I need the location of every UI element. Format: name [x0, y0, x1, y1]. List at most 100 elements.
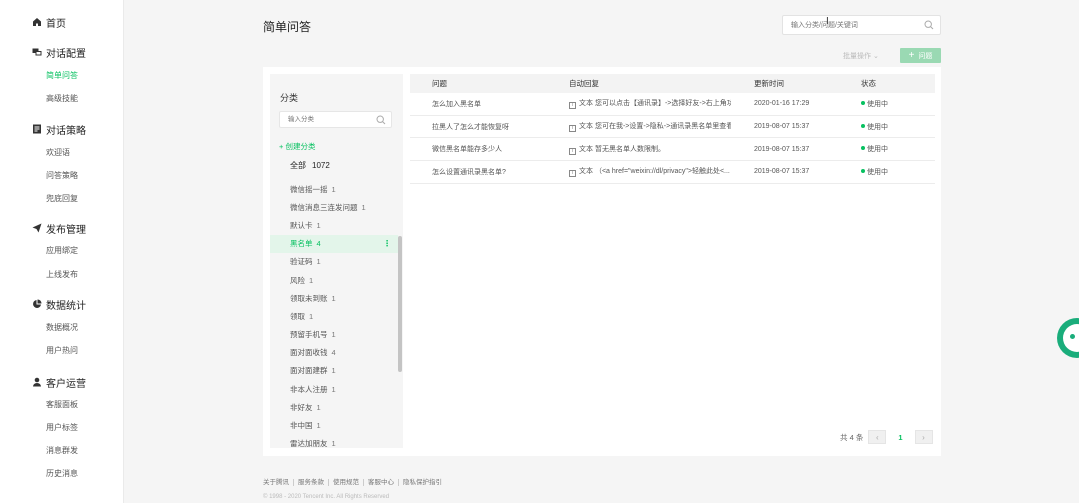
category-count: 4: [331, 348, 336, 358]
category-item[interactable]: 微信摇一摇 1: [270, 180, 398, 198]
pie-chart-icon: [32, 299, 42, 309]
chat-icon: [32, 47, 42, 57]
category-item[interactable]: 领取未到账 1: [270, 289, 398, 307]
sidebar-item[interactable]: 问答策略: [46, 170, 78, 181]
footer-link[interactable]: 使用规范: [329, 479, 364, 486]
assistant-widget[interactable]: [1057, 318, 1079, 358]
status-dot-icon: [861, 146, 865, 151]
category-all[interactable]: 全部 1072: [290, 160, 330, 171]
reply-text: 暂无黑名单人数限制。: [594, 145, 665, 153]
category-item[interactable]: 雷达加朋友 1: [270, 435, 398, 448]
category-item[interactable]: 面对面建群 1: [270, 362, 398, 380]
sidebar-item[interactable]: 消息群发: [46, 445, 78, 456]
question-cell[interactable]: 怎么加入黑名单: [410, 99, 547, 109]
pagination-total: 共 4 条: [840, 432, 864, 442]
add-question-button[interactable]: + 问题: [900, 48, 941, 63]
sidebar-group-1[interactable]: 对话配置: [32, 44, 86, 60]
column-header-time[interactable]: 更新时间: [731, 78, 838, 89]
sidebar-item[interactable]: 历史消息: [46, 468, 78, 479]
category-item[interactable]: 预留手机号 1: [270, 326, 398, 344]
footer-link[interactable]: 服务条款: [294, 479, 329, 486]
category-name: 默认卡: [290, 220, 313, 230]
more-options-icon[interactable]: ⋮: [383, 239, 391, 248]
question-cell[interactable]: 微信黑名单能存多少人: [410, 144, 547, 154]
category-scrollbar[interactable]: [398, 236, 402, 372]
batch-operation-dropdown[interactable]: 批量操作 ⌄: [843, 51, 879, 61]
search-input[interactable]: [783, 16, 913, 34]
reply-cell: T 文本 （<a href="weixin://dl/privacy">轻触此处<…: [547, 166, 731, 178]
table-row[interactable]: 怎么加入黑名单 T 文本 您可以点击【通讯录】->选择好友->右上角功... 2020…: [410, 93, 935, 116]
sidebar-group-4[interactable]: 数据统计: [32, 296, 86, 312]
table-row[interactable]: 拉黑人了怎么才能恢复呀 T 文本 您可在我->设置->隐私->通讯录黑名单里查看。 2…: [410, 116, 935, 139]
status-text: 使用中: [867, 100, 888, 108]
search-icon[interactable]: [376, 115, 386, 125]
reply-type: 文本: [579, 168, 593, 176]
text-type-icon: T: [569, 125, 576, 133]
search-icon[interactable]: [924, 20, 934, 30]
category-name: 验证码: [290, 257, 313, 267]
pagination: 共 4 条 ‹ 1 ›: [840, 430, 933, 444]
category-item[interactable]: 微信消息三连发问题 1: [270, 198, 398, 216]
sidebar-group-label: 对话配置: [46, 48, 86, 60]
reply-text: 您可在我->设置->隐私->通讯录黑名单里查看。: [594, 123, 731, 131]
category-search-input[interactable]: [280, 112, 375, 127]
category-count: 1: [316, 421, 321, 431]
status-cell: 使用中: [838, 144, 935, 154]
status-dot-icon: [861, 100, 865, 105]
page-number[interactable]: 1: [898, 433, 902, 442]
main-panel: 分类 + 创建分类 全部1072 微信摇一摇1微信消息三连发问题1默认卡1黑名单…: [263, 67, 941, 456]
sidebar-item[interactable]: 欢迎语: [46, 147, 70, 158]
footer-link[interactable]: 关于腾讯: [263, 479, 294, 486]
category-name: 面对面收钱: [290, 348, 328, 358]
sidebar-group-label: 发布管理: [46, 224, 86, 236]
time-cell: 2020-01-16 17:29: [754, 100, 810, 108]
category-item[interactable]: 验证码 1: [270, 253, 398, 271]
category-item[interactable]: 风险 1: [270, 271, 398, 289]
category-search-box[interactable]: [279, 111, 392, 128]
category-count: 1: [331, 366, 336, 376]
sidebar-group-3[interactable]: 发布管理: [32, 220, 86, 236]
reply-text: 您可以点击【通讯录】->选择好友->右上角功...: [594, 100, 731, 108]
sidebar-group-5[interactable]: 客户运营: [32, 374, 86, 390]
plus-icon: +: [279, 142, 284, 151]
table-row[interactable]: 微信黑名单能存多少人 T 文本 暂无黑名单人数限制。 2019-08-07 15:37…: [410, 138, 935, 162]
sidebar-item[interactable]: 兜底回复: [46, 193, 78, 204]
question-cell[interactable]: 拉黑人了怎么才能恢复呀: [410, 122, 547, 132]
footer-link[interactable]: 客服中心: [364, 479, 399, 486]
category-item[interactable]: 领取 1: [270, 307, 398, 325]
next-page-button[interactable]: ›: [914, 430, 933, 444]
table-row[interactable]: 怎么设置通讯录黑名单? T 文本 （<a href="weixin://dl/pri…: [410, 161, 935, 184]
footer-link[interactable]: 隐私保护指引: [399, 479, 446, 486]
sidebar-item[interactable]: 应用绑定: [46, 245, 78, 256]
text-type-icon: T: [569, 147, 576, 155]
category-name: 预留手机号: [290, 330, 328, 340]
category-item[interactable]: 黑名单 4 ⋮: [270, 234, 398, 253]
sidebar-item[interactable]: 用户标签: [46, 422, 78, 433]
chevron-down-icon: ⌄: [872, 53, 879, 60]
category-item[interactable]: 默认卡 1: [270, 216, 398, 234]
sidebar-item[interactable]: 高级技能: [46, 93, 78, 104]
text-type-icon: T: [569, 102, 576, 110]
sidebar-group-2[interactable]: 对话策略: [32, 121, 86, 137]
status-text: 使用中: [867, 123, 888, 131]
sidebar-item[interactable]: 简单问答: [46, 70, 78, 81]
prev-page-button[interactable]: ‹: [868, 430, 887, 444]
question-cell[interactable]: 怎么设置通讯录黑名单?: [410, 167, 547, 177]
category-item[interactable]: 非中国 1: [270, 416, 398, 434]
sidebar-item[interactable]: 上线发布: [46, 269, 78, 280]
category-count: 1: [316, 402, 321, 412]
sidebar-item[interactable]: 用户热问: [46, 345, 78, 356]
status-cell: 使用中: [838, 167, 935, 177]
search-box[interactable]: [782, 15, 941, 35]
sidebar-group-0[interactable]: 首页: [32, 14, 66, 30]
time-cell: 2019-08-07 15:37: [754, 123, 810, 131]
add-question-label: 问题: [918, 52, 933, 60]
category-item[interactable]: 非好友 1: [270, 398, 398, 416]
sidebar-item[interactable]: 客服面板: [46, 399, 78, 410]
category-item[interactable]: 面对面收钱 4: [270, 344, 398, 362]
category-count: 1: [331, 330, 336, 340]
sidebar-item[interactable]: 数据概况: [46, 322, 78, 333]
sidebar-group-label: 首页: [46, 18, 66, 30]
category-item[interactable]: 非本人注册 1: [270, 380, 398, 398]
create-category-button[interactable]: + 创建分类: [279, 141, 315, 152]
